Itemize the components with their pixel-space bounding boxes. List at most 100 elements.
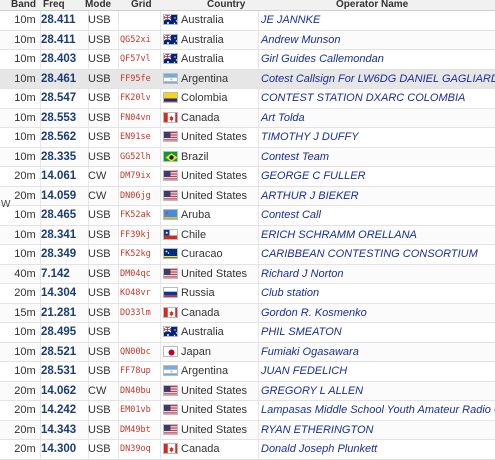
table-row[interactable]: 10m 28.521 USB QN00bc Japan Fumiaki Ogasawara <box>0 342 495 362</box>
table-row[interactable]: 40m 7.142 USB DM04qc United States Richard J … <box>0 264 495 284</box>
country-column-header[interactable]: Country <box>207 0 245 10</box>
operator-column-header[interactable]: Operator Name <box>336 0 408 10</box>
mode-cell: USB <box>88 326 111 338</box>
operator-cell[interactable]: TIMOTHY J DUFFY <box>261 131 359 143</box>
operator-cell[interactable]: CONTEST STATION DXARC COLOMBIA <box>261 92 465 104</box>
operator-cell[interactable]: ERICH SCHRAMM ORELLANA <box>261 229 417 241</box>
freq-cell: 28.411 <box>41 33 76 46</box>
mode-cell: USB <box>88 33 111 46</box>
country-cell: United States <box>181 131 248 143</box>
clipped-edge-text: W <box>1 199 11 210</box>
cl-flag <box>163 228 178 240</box>
column-divider <box>118 69 119 88</box>
table-row[interactable]: 10m 28.531 USB FF78up Argentina JUAN FEDELICH <box>0 362 495 382</box>
ca-flag <box>163 111 178 123</box>
operator-cell[interactable]: ARTHUR J BIEKER <box>261 190 359 202</box>
column-divider <box>118 11 119 30</box>
table-row[interactable]: 10m 28.562 USB EN91se United States TIMOTHY J… <box>0 128 495 148</box>
band-cell: 20m <box>14 170 36 182</box>
table-row[interactable]: 10m 28.341 USB FF39kj Chile ERICH SCHRAMM ORE… <box>0 225 495 245</box>
operator-cell[interactable]: Lampasas Middle School Youth Amateur Rad… <box>261 404 495 416</box>
table-row[interactable]: 10m 28.403 USB QF57vl Australia Girl Guides C… <box>0 50 495 70</box>
ar-flag <box>163 72 178 84</box>
operator-cell[interactable]: Contest Team <box>261 151 329 163</box>
grid-cell: DM79ix <box>120 171 151 181</box>
band-cell: 20m <box>14 404 36 416</box>
column-divider <box>160 362 161 381</box>
au-flag <box>163 33 178 45</box>
freq-column-header[interactable]: Freq <box>43 0 65 10</box>
operator-cell[interactable]: Donald Joseph Plunkett <box>261 443 377 455</box>
country-cell: Canada <box>181 306 220 319</box>
table-row[interactable]: 10m 28.349 USB FK52kg Curacao CARIBBEAN CONTE… <box>0 245 495 265</box>
mode-column-header[interactable]: Mode <box>85 0 111 10</box>
operator-cell[interactable]: RYAN ETHERINGTON <box>261 424 373 436</box>
country-cell: United States <box>181 423 248 436</box>
country-cell: Australia <box>181 33 224 46</box>
table-row[interactable]: 10m 28.335 USB GG52lh Brazil Contest Team <box>0 147 495 167</box>
freq-cell: 28.403 <box>41 53 77 65</box>
operator-cell[interactable]: Cotest Callsign For LW6DG DANIEL GAGLIAR… <box>261 73 495 85</box>
column-divider <box>258 186 259 205</box>
table-row[interactable]: 20m 14.059 CW DN06jg United States ARTHUR J B… <box>0 186 495 206</box>
freq-cell: 28.461 <box>41 72 77 85</box>
operator-cell[interactable]: JE JANNKE <box>261 14 320 26</box>
grid-column-header[interactable]: Grid <box>131 0 152 10</box>
band-cell: 10m <box>14 248 36 260</box>
column-divider <box>160 245 161 264</box>
table-row[interactable]: 20m 14.062 CW DN40bu United States GREGORY L … <box>0 381 495 401</box>
mode-cell: USB <box>88 306 111 319</box>
table-row[interactable]: 10m 28.547 USB FK20lv Colombia CONTEST STATIO… <box>0 89 495 109</box>
table-row[interactable]: 15m 21.281 USB DO33lm Canada Gordon R. Kosmen… <box>0 303 495 323</box>
country-cell: Argentina <box>181 72 229 85</box>
table-row[interactable]: 20m 14.061 CW DM79ix United States GEORGE C F… <box>0 167 495 187</box>
operator-cell[interactable]: Art Tolda <box>261 112 305 124</box>
column-divider <box>258 440 259 459</box>
mode-cell: USB <box>88 14 111 26</box>
column-divider <box>258 420 259 439</box>
table-row[interactable]: 10m 28.495 USB Australia PHIL SMEATON <box>0 323 495 343</box>
operator-cell[interactable]: Club station <box>261 287 319 299</box>
table-row[interactable]: 20m 14.300 USB DN39oq Canada Donald Joseph Pl… <box>0 440 495 460</box>
co-flag <box>163 92 178 103</box>
us-flag <box>163 267 178 279</box>
table-row[interactable]: 10m 28.553 USB FN04vn Canada Art Tolda <box>0 108 495 128</box>
operator-cell[interactable]: Fumiaki Ogasawara <box>261 346 359 358</box>
operator-cell[interactable]: PHIL SMEATON <box>261 326 342 338</box>
column-divider <box>160 440 161 459</box>
freq-cell: 28.531 <box>41 365 77 377</box>
operator-cell[interactable]: JUAN FEDELICH <box>261 365 347 377</box>
table-row[interactable]: 10m 28.411 USB QG52xi Australia Andrew Munson <box>0 30 495 50</box>
grid-cell: QN00bc <box>120 346 151 357</box>
country-cell: Russia <box>181 287 215 299</box>
freq-cell: 28.495 <box>41 326 77 338</box>
band-column-header[interactable]: Band <box>11 0 36 10</box>
freq-cell: 28.349 <box>41 248 77 260</box>
column-divider <box>118 167 119 186</box>
table-row[interactable]: 10m 28.411 USB Australia JE JANNKE <box>0 11 495 31</box>
operator-cell[interactable]: Gordon R. Kosmenko <box>261 307 367 319</box>
operator-cell[interactable]: GEORGE C FULLER <box>261 170 366 182</box>
operator-cell[interactable]: Richard J Norton <box>261 268 344 280</box>
band-cell: 10m <box>14 345 36 358</box>
table-row[interactable]: 20m 14.343 USB DM49bt United States RYAN ETHE… <box>0 420 495 440</box>
table-row[interactable]: 20m 14.242 USB EM01vb United States Lampasas … <box>0 401 495 421</box>
operator-cell[interactable]: GREGORY L ALLEN <box>261 385 363 397</box>
us-flag <box>163 170 178 181</box>
column-divider <box>160 30 161 49</box>
operator-cell[interactable]: Andrew Munson <box>261 34 341 46</box>
grid-cell: FF78up <box>120 366 151 376</box>
column-divider <box>160 186 161 205</box>
column-divider <box>160 401 161 420</box>
country-cell: Australia <box>181 14 224 26</box>
column-divider <box>258 167 259 186</box>
operator-cell[interactable]: Contest Call <box>261 209 321 221</box>
table-row[interactable]: 10m 28.465 USB FK52ak Aruba Contest Call <box>0 206 495 226</box>
freq-cell: 14.300 <box>41 443 77 455</box>
operator-cell[interactable]: CARIBBEAN CONTESTING CONSORTIUM <box>261 248 478 260</box>
table-row[interactable]: 20m 14.304 USB KO48vr Russia Club station <box>0 284 495 304</box>
table-row[interactable]: 10m 28.461 USB FF95fe Argentina Cotest Callsi… <box>0 69 495 89</box>
operator-cell[interactable]: Girl Guides Callemondan <box>261 53 384 65</box>
column-divider <box>258 284 259 303</box>
ca-flag <box>163 443 178 454</box>
